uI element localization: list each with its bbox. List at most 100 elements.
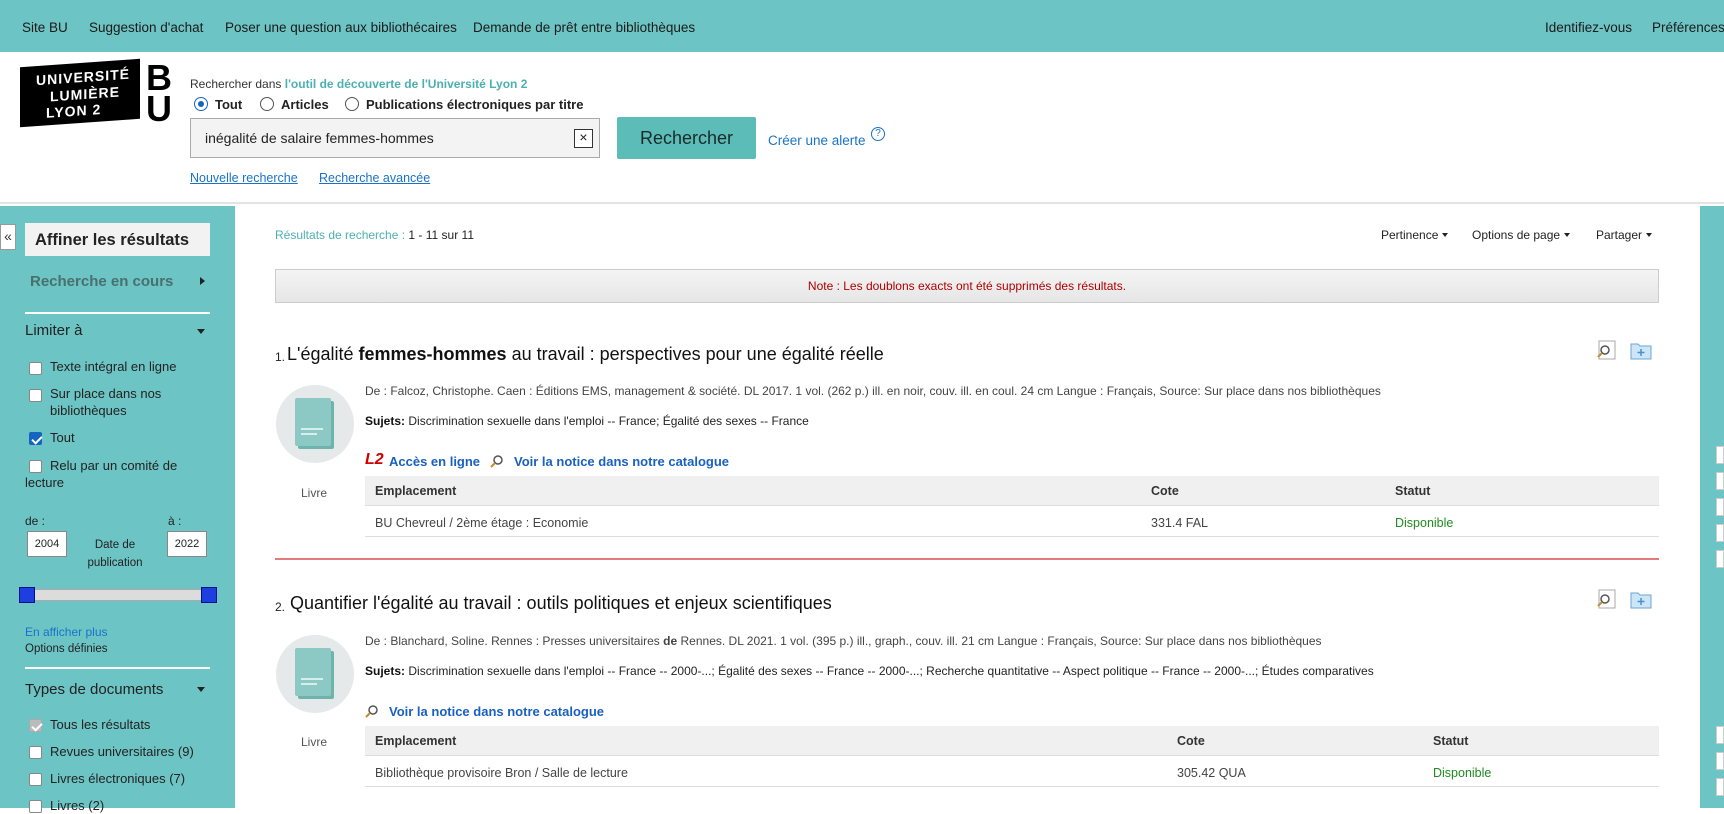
subjects-value[interactable]: Discrimination sexuelle dans l'emploi --… — [408, 414, 808, 428]
limit-all-checkbox[interactable] — [29, 432, 42, 445]
doctype-journals-checkbox[interactable] — [29, 746, 42, 759]
slider-handle-end[interactable] — [201, 587, 217, 603]
share-dropdown[interactable]: Partager — [1596, 228, 1652, 242]
tool-tab[interactable] — [1716, 778, 1724, 796]
help-icon[interactable]: ? — [871, 127, 885, 141]
document-type: Livre — [301, 735, 328, 749]
holdings-col-callnumber: Cote — [1151, 484, 1179, 498]
nav-site-bu[interactable]: Site BU — [22, 20, 68, 35]
doctype-books-label[interactable]: Livres (2) — [50, 797, 104, 814]
limit-fulltext-label[interactable]: Texte intégral en ligne — [50, 358, 176, 375]
nav-preferences[interactable]: Préférences — [1652, 20, 1724, 35]
chevron-down-icon[interactable] — [197, 329, 205, 334]
limit-onsite-checkbox[interactable] — [29, 389, 42, 402]
radio-publications-label[interactable]: Publications électroniques par titre — [366, 97, 583, 112]
collapse-sidebar-button[interactable]: « — [0, 224, 16, 250]
from-year-label: de : — [25, 514, 46, 528]
document-type: Livre — [301, 486, 328, 500]
radio-tout-label[interactable]: Tout — [215, 97, 242, 112]
new-search-link[interactable]: Nouvelle recherche — [190, 171, 298, 185]
subjects-label: Sujets: — [365, 414, 406, 428]
holdings-col-status: Statut — [1395, 484, 1431, 498]
doc-types-heading[interactable]: Types de documents — [25, 681, 163, 698]
tool-tab[interactable] — [1716, 726, 1724, 744]
advanced-search-link[interactable]: Recherche avancée — [319, 171, 430, 185]
doctype-ebooks-label[interactable]: Livres électroniques (7) — [50, 770, 185, 787]
date-range-slider[interactable] — [22, 589, 210, 601]
limit-all-label[interactable]: Tout — [50, 429, 75, 446]
options-defined-label[interactable]: Options définies — [25, 643, 107, 655]
results-count-label: Résultats de recherche : — [275, 228, 406, 242]
book-icon — [295, 398, 331, 446]
show-more-link[interactable]: En afficher plus — [25, 625, 108, 639]
subjects-label: Sujets: — [365, 664, 406, 678]
clear-search-button[interactable]: × — [574, 129, 593, 148]
current-search-heading[interactable]: Recherche en cours — [30, 273, 173, 290]
radio-articles-label[interactable]: Articles — [281, 97, 329, 112]
magnifier-icon[interactable] — [365, 704, 379, 718]
limit-peer-reviewed-label[interactable]: Relu par un comité de lecture — [25, 457, 195, 491]
catalog-record-link[interactable]: Voir la notice dans notre catalogue — [514, 454, 729, 469]
doctype-books-checkbox[interactable] — [29, 800, 42, 813]
chevron-down-icon[interactable] — [197, 687, 205, 692]
online-access-link[interactable]: Accès en ligne — [389, 454, 480, 469]
result-title-highlight[interactable]: femmes-hommes — [359, 344, 507, 364]
holding-location: Bibliothèque provisoire Bron / Salle de … — [375, 766, 628, 780]
sort-relevance-dropdown[interactable]: Pertinence — [1381, 228, 1448, 242]
preview-icon[interactable] — [1596, 589, 1618, 609]
from-year-input[interactable]: 2004 — [27, 531, 67, 557]
top-nav-bar: Site BU Suggestion d'achat Poser une que… — [0, 0, 1724, 52]
radio-articles[interactable] — [260, 97, 274, 111]
slider-handle-start[interactable] — [19, 587, 35, 603]
result-title-part[interactable]: Quantifier l'égalité au travail : outils… — [290, 593, 832, 613]
nav-suggestion-achat[interactable]: Suggestion d'achat — [89, 20, 203, 35]
result-separator — [275, 558, 1659, 560]
create-alert-link[interactable]: Créer une alerte — [768, 133, 866, 148]
result-metadata: De : Blanchard, Soline. Rennes : Presses… — [365, 634, 1322, 648]
to-year-label: à : — [168, 514, 182, 528]
add-to-folder-icon[interactable] — [1630, 340, 1652, 360]
metadata-part: De : Blanchard, Soline. Rennes : Presses… — [365, 634, 664, 648]
tool-tab[interactable] — [1716, 446, 1724, 464]
doctype-journals-label[interactable]: Revues universitaires (9) — [50, 743, 194, 760]
search-scope-label: Rechercher dans l'outil de découverte de… — [190, 77, 527, 91]
publication-date-label: Date de publication — [87, 539, 143, 569]
search-input[interactable] — [190, 118, 600, 158]
subjects-value[interactable]: Discrimination sexuelle dans l'emploi --… — [408, 664, 1373, 678]
result-title[interactable]: Quantifier l'égalité au travail : outils… — [290, 593, 832, 614]
tool-tab[interactable] — [1716, 498, 1724, 516]
sidebar-divider — [25, 312, 210, 314]
holdings-col-location: Emplacement — [375, 484, 457, 498]
duplicates-note: Note : Les doublons exacts ont été suppr… — [275, 269, 1659, 303]
magnifier-icon[interactable] — [490, 454, 504, 468]
add-to-folder-icon[interactable] — [1630, 589, 1652, 609]
tool-tab[interactable] — [1716, 550, 1724, 568]
doctype-ebooks-checkbox[interactable] — [29, 773, 42, 786]
catalog-record-link[interactable]: Voir la notice dans notre catalogue — [389, 704, 604, 719]
preview-icon[interactable] — [1596, 340, 1618, 360]
limit-onsite-label[interactable]: Sur place dans nos bibliothèques — [50, 385, 180, 419]
to-year-input[interactable]: 2022 — [167, 531, 207, 557]
search-scope-link[interactable]: l'outil de découverte de l'Université Ly… — [285, 77, 528, 91]
search-button[interactable]: Rechercher — [617, 117, 756, 159]
radio-publications[interactable] — [345, 97, 359, 111]
nav-ask-librarian[interactable]: Poser une question aux bibliothécaires — [225, 20, 457, 35]
page-options-dropdown[interactable]: Options de page — [1472, 228, 1570, 242]
tool-tab[interactable] — [1716, 524, 1724, 542]
doctype-all-checkbox[interactable] — [29, 719, 42, 732]
limit-heading[interactable]: Limiter à — [25, 322, 83, 339]
result-title-part[interactable]: au travail : perspectives pour une égali… — [507, 344, 884, 364]
radio-tout[interactable] — [194, 97, 208, 111]
tool-tab[interactable] — [1716, 472, 1724, 490]
chevron-right-icon[interactable] — [200, 277, 205, 285]
holdings-col-status: Statut — [1433, 734, 1469, 748]
l2-access-icon[interactable]: L2 — [365, 451, 384, 469]
tool-tab[interactable] — [1716, 752, 1724, 770]
result-number: 2. — [275, 600, 286, 614]
nav-sign-in[interactable]: Identifiez-vous — [1545, 20, 1632, 35]
doctype-all-label[interactable]: Tous les résultats — [50, 716, 150, 733]
nav-interlibrary-loan[interactable]: Demande de prêt entre bibliothèques — [473, 20, 695, 35]
limit-fulltext-checkbox[interactable] — [29, 362, 42, 375]
result-title-part[interactable]: L'égalité — [287, 344, 359, 364]
result-title[interactable]: L'égalité femmes-hommes au travail : per… — [287, 344, 884, 365]
